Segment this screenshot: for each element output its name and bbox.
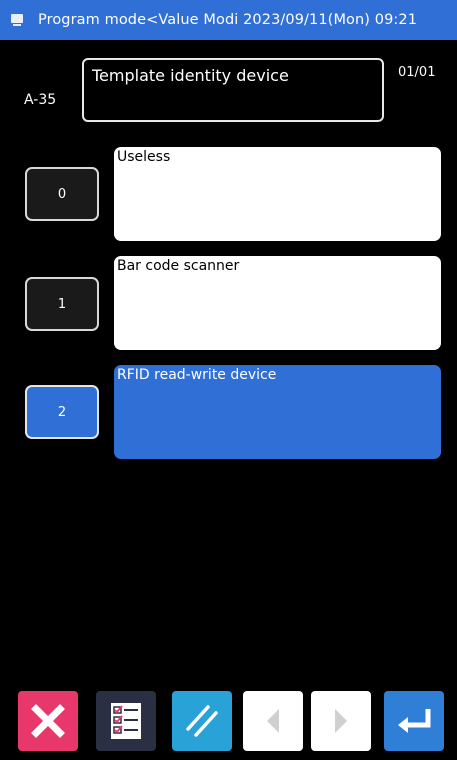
option-number: 2 xyxy=(57,404,67,420)
option-label: Bar code scanner xyxy=(117,258,240,274)
enter-button[interactable] xyxy=(384,691,444,751)
page-indicator: 01/01 xyxy=(398,65,436,80)
list-button[interactable] xyxy=(96,691,156,751)
close-icon xyxy=(31,704,65,738)
parameter-name: Template identity device xyxy=(92,66,289,85)
option-0-number-button[interactable]: 0 xyxy=(25,167,99,221)
next-icon xyxy=(335,709,347,733)
option-1-number-button[interactable]: 1 xyxy=(25,277,99,331)
bottom-toolbar xyxy=(0,688,457,760)
clear-icon xyxy=(186,705,218,737)
parameter-code: A-35 xyxy=(24,92,57,108)
option-number: 1 xyxy=(57,296,67,312)
option-number: 0 xyxy=(57,186,67,202)
previous-icon xyxy=(267,709,279,733)
enter-icon xyxy=(398,709,431,733)
option-label: Useless xyxy=(117,149,171,165)
window-title: Program mode<Value Modi 2023/09/11(Mon) … xyxy=(38,12,418,28)
option-1-button[interactable]: Bar code scanner xyxy=(114,256,441,350)
checklist-icon xyxy=(111,703,141,739)
monitor-icon xyxy=(10,13,24,27)
cancel-button[interactable] xyxy=(18,691,78,751)
next-button[interactable] xyxy=(311,691,371,751)
option-2-button[interactable]: RFID read-write device xyxy=(114,365,441,459)
option-label: RFID read-write device xyxy=(117,367,277,383)
option-2-number-button[interactable]: 2 xyxy=(25,385,99,439)
parameter-name-box: Template identity device xyxy=(82,58,384,122)
option-0-button[interactable]: Useless xyxy=(114,147,441,241)
previous-button[interactable] xyxy=(243,691,303,751)
title-bar: Program mode<Value Modi 2023/09/11(Mon) … xyxy=(0,0,457,40)
clear-button[interactable] xyxy=(172,691,232,751)
